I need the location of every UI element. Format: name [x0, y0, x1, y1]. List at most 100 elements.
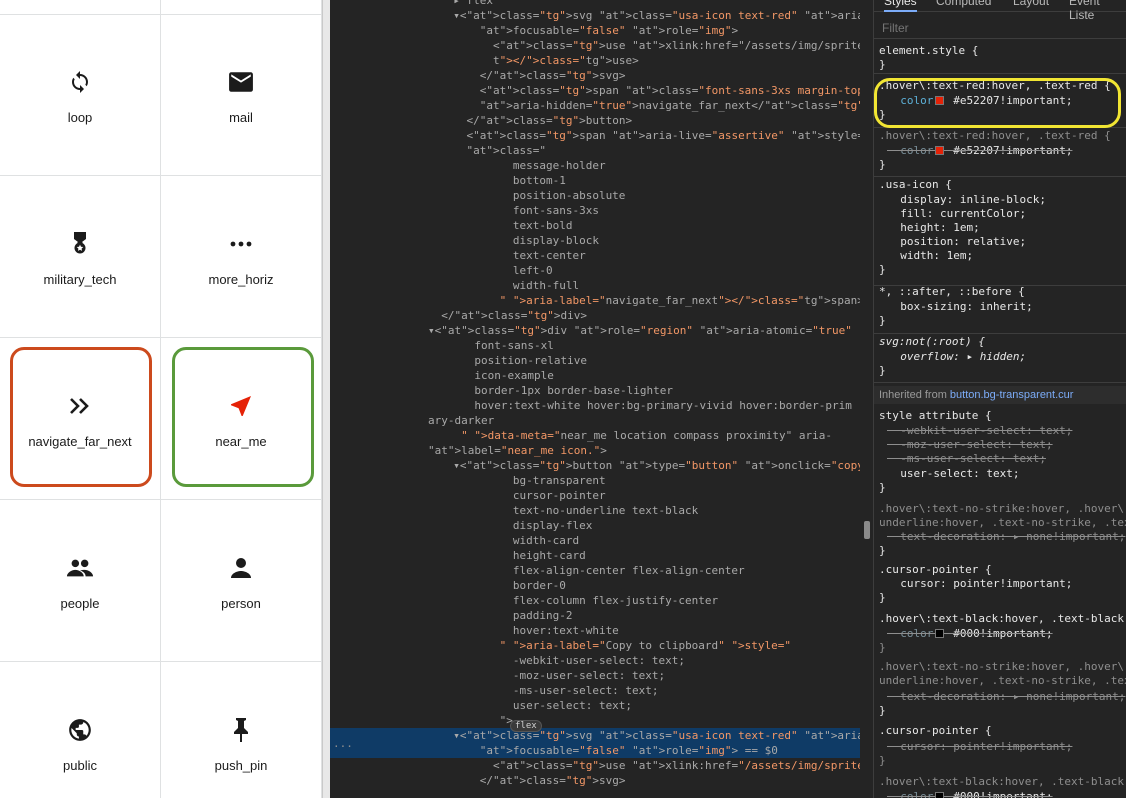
dom-line[interactable]: "at">aria-hidden="true">navigate_far_nex… — [330, 98, 860, 113]
css-property[interactable]: cursor: pointer!important; — [879, 740, 1126, 754]
dom-line[interactable]: </"at">class="tg">div> — [330, 308, 860, 323]
dom-line[interactable]: </"at">class="tg">svg> — [330, 68, 860, 83]
css-selector[interactable]: svg:not(:root) { — [879, 335, 1126, 349]
dom-line[interactable]: flex-align-center flex-align-center — [330, 563, 860, 578]
dom-line[interactable]: display-block — [330, 233, 860, 248]
css-selector[interactable]: .hover\:text-black:hover, .text-black — [879, 612, 1126, 626]
inherited-from-selector[interactable]: button.bg-transparent.cur — [950, 389, 1074, 401]
css-property[interactable]: -moz-user-select: text; — [879, 438, 1126, 452]
dom-line[interactable]: bg-transparent — [330, 473, 860, 488]
dom-line[interactable]: border-1px border-base-lighter — [330, 383, 860, 398]
css-selector[interactable]: .hover\:text-black:hover, .text-black — [879, 775, 1126, 789]
dom-line[interactable]: "at">class=" — [330, 143, 860, 158]
css-property[interactable]: color: #000!important; — [879, 790, 1126, 798]
dom-line[interactable]: width-card — [330, 533, 860, 548]
grid-cell-person[interactable]: person — [161, 500, 322, 662]
dom-line[interactable]: <"at">class="tg">span "at">class="font-s… — [330, 83, 860, 98]
css-selector[interactable]: } — [879, 481, 1126, 495]
dom-line[interactable]: -ms-user-select: text; — [330, 683, 860, 698]
dom-line[interactable]: height-card — [330, 548, 860, 563]
css-property[interactable]: cursor: pointer!important; — [879, 577, 1126, 591]
css-selector[interactable]: .cursor-pointer { — [879, 563, 1126, 577]
dom-line[interactable]: </"at">class="tg">svg> — [330, 773, 860, 788]
dom-line[interactable]: icon-example — [330, 368, 860, 383]
dom-line[interactable]: <"at">class="tg">use "at">xlink:href="/a… — [330, 758, 860, 773]
tab-styles[interactable]: Styles — [884, 0, 917, 12]
css-property[interactable]: fill: currentColor; — [879, 207, 1126, 221]
dom-line[interactable]: font-sans-xl — [330, 338, 860, 353]
css-selector[interactable]: underline:hover, .text-no-strike, .tex — [879, 516, 1126, 530]
panel-splitter[interactable] — [860, 0, 874, 798]
dom-line[interactable]: "at">focusable="false" "at">role="img"> — [330, 23, 860, 38]
dom-line[interactable]: ▾<"at">class="tg">div "at">role="region"… — [330, 323, 860, 338]
dom-line[interactable]: </"at">class="tg">button> — [330, 113, 860, 128]
css-property[interactable]: height: 1em; — [879, 221, 1126, 235]
css-selector[interactable]: } — [879, 364, 1126, 378]
css-selector[interactable]: *, ::after, ::before { — [879, 285, 1126, 299]
css-selector[interactable]: .cursor-pointer { — [879, 724, 1126, 738]
color-swatch-black[interactable] — [935, 629, 944, 638]
css-selector[interactable]: .hover\:text-no-strike:hover, .hover\ — [879, 660, 1126, 674]
css-property[interactable]: -webkit-user-select: text; — [879, 424, 1126, 438]
dom-line[interactable]: "at">label="near_me icon."> — [330, 443, 860, 458]
css-property[interactable]: display: inline-block; — [879, 193, 1126, 207]
dom-line[interactable]: t"></">class="tg">use> — [330, 53, 860, 68]
dom-line[interactable]: ary-darker — [330, 413, 860, 428]
grid-cell-public[interactable]: public — [0, 662, 161, 798]
css-selector[interactable]: } — [879, 704, 1126, 718]
css-selector[interactable]: } — [879, 544, 1126, 558]
dom-line[interactable]: position-relative — [330, 353, 860, 368]
dom-line[interactable]: hover:text-white — [330, 623, 860, 638]
css-property[interactable]: color: #e52207!important; — [879, 144, 1126, 158]
css-selector[interactable]: style attribute { — [879, 409, 1126, 423]
element-style-rule[interactable]: element.style { — [879, 44, 1126, 58]
css-selector[interactable]: .hover\:text-red:hover, .text-red { — [879, 129, 1126, 143]
css-property[interactable]: color: #000!important; — [879, 627, 1126, 641]
grid-cell-loop[interactable]: loop — [0, 14, 161, 176]
flex-badge[interactable]: flex — [510, 720, 542, 732]
dom-line[interactable]: border-0 — [330, 578, 860, 593]
dom-line[interactable]: <"at">class="tg">use "at">xlink:href="/a… — [330, 38, 860, 53]
css-selector[interactable]: underline:hover, .text-no-strike, .tex — [879, 674, 1126, 688]
grid-cell-navigate-far-next[interactable]: navigate_far_next — [0, 338, 161, 500]
css-selector[interactable]: } — [879, 263, 1126, 277]
css-selector[interactable]: } — [879, 641, 1126, 655]
dom-line[interactable]: -webkit-user-select: text; — [330, 653, 860, 668]
css-selector[interactable]: .usa-icon { — [879, 178, 1126, 192]
grid-cell-people[interactable]: people — [0, 500, 161, 662]
dom-line[interactable]: user-select: text; — [330, 698, 860, 713]
css-selector[interactable]: } — [879, 591, 1126, 605]
dom-line[interactable]: -moz-user-select: text; — [330, 668, 860, 683]
styles-filter-input[interactable] — [882, 20, 1082, 36]
dom-line[interactable]: " ">aria-label="Copy to clipboard" ">sty… — [330, 638, 860, 653]
dom-line[interactable]: display-flex — [330, 518, 860, 533]
splitter-handle[interactable] — [864, 521, 870, 539]
dom-line[interactable]: width-full — [330, 278, 860, 293]
color-swatch-black[interactable] — [935, 792, 944, 798]
css-selector[interactable]: } — [879, 314, 1126, 328]
dom-line[interactable]: position-absolute — [330, 188, 860, 203]
dom-line[interactable]: ▾<"at">class="tg">svg "at">class="usa-ic… — [330, 728, 860, 743]
grid-cell-mail[interactable]: mail — [161, 14, 322, 176]
dom-line[interactable]: text-bold — [330, 218, 860, 233]
grid-cell-military-tech[interactable]: military_tech — [0, 176, 161, 338]
css-property[interactable]: overflow: ▸ hidden; — [879, 350, 1126, 364]
dom-line[interactable]: flex-column flex-justify-center — [330, 593, 860, 608]
dom-line[interactable]: left-0 — [330, 263, 860, 278]
dom-line[interactable]: message-holder — [330, 158, 860, 173]
css-property[interactable]: -ms-user-select: text; — [879, 452, 1126, 466]
css-property[interactable]: user-select: text; — [879, 467, 1126, 481]
dom-line[interactable]: <"at">class="tg">span "at">aria-live="as… — [330, 128, 860, 143]
dom-line[interactable]: bottom-1 — [330, 173, 860, 188]
dom-line[interactable]: font-sans-3xs — [330, 203, 860, 218]
css-property[interactable]: box-sizing: inherit; — [879, 300, 1126, 314]
grid-cell-push-pin[interactable]: push_pin — [161, 662, 322, 798]
css-selector[interactable]: .hover\:text-no-strike:hover, .hover\ — [879, 502, 1126, 516]
css-property[interactable]: text-decoration: ▸ none!important; — [879, 530, 1126, 544]
grid-cell-more-horiz[interactable]: more_horiz — [161, 176, 322, 338]
color-swatch-red[interactable] — [935, 146, 944, 155]
dom-line[interactable]: " ">aria-label="navigate_far_next"></">c… — [330, 293, 860, 308]
dom-line[interactable]: text-no-underline text-black — [330, 503, 860, 518]
dom-line[interactable]: "> — [330, 713, 860, 728]
dom-line[interactable]: hover:text-white hover:bg-primary-vivid … — [330, 398, 860, 413]
